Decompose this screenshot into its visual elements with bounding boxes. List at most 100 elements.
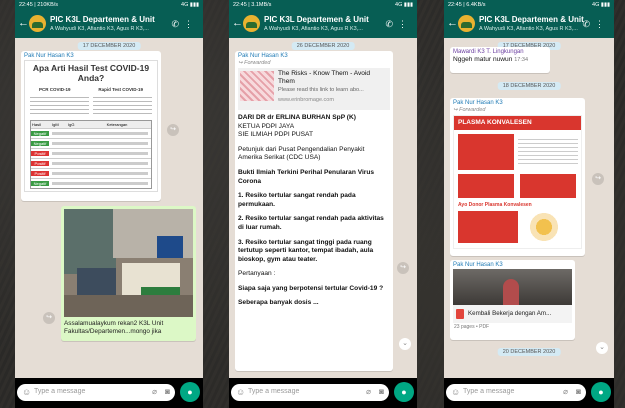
table-row: Negatif (31, 138, 151, 148)
forward-share-icon[interactable]: ↪ (43, 312, 55, 324)
camera-icon[interactable]: ◙ (576, 387, 581, 396)
more-icon[interactable]: ⋮ (398, 19, 412, 29)
message-sender: Pak Nur Hasan K3 (24, 53, 74, 59)
call-icon[interactable]: ✆ (171, 19, 184, 29)
point-2: 2. Resiko tertular sangat rendah pada ak… (238, 215, 384, 231)
nav-bar (444, 404, 614, 408)
back-arrow-icon[interactable]: ← (18, 17, 29, 29)
link-title: The Risks - Know Them - Avoid Them (278, 70, 371, 85)
call-icon[interactable]: ✆ (582, 19, 595, 29)
back-arrow-icon[interactable]: ← (447, 17, 458, 29)
scroll-down-icon[interactable]: ⌄ (399, 338, 411, 350)
document-title: Kembali Bekerja dengan Am... (468, 310, 552, 317)
message-input[interactable]: Type a message (248, 388, 299, 395)
link-preview[interactable]: The Risks - Know Them - Avoid Them Pleas… (238, 68, 390, 110)
status-signal: 4G ▮▮▮ (592, 2, 610, 8)
message-document-bubble[interactable]: Pak Nur Hasan K3 Kembali Bekerja dengan … (450, 260, 575, 340)
forwarded-label: ↪ Forwarded (235, 60, 393, 66)
attach-icon[interactable]: ⌀ (152, 387, 157, 396)
message-body: Nggeh matur nuwun (453, 56, 513, 63)
table-header-cell: Hasil (32, 122, 41, 127)
status-time: 22:45 | 6.4KB/s (448, 2, 486, 8)
photo-caption: Assalamualaykum rekan2 K3L Unit Fakultas… (64, 320, 164, 335)
photo-office-room (64, 209, 193, 317)
question-1: Siapa saja yang berpotensi tertular Covi… (238, 284, 384, 292)
group-members[interactable]: A Wahyudi K3, Afiantio K3, Agus R K3,... (479, 26, 578, 32)
camera-icon[interactable]: ◙ (165, 387, 170, 396)
mic-icon[interactable]: ● (180, 382, 200, 402)
poster-subtitle: Ayo Donor Plasma Konvalesen (458, 202, 532, 208)
message-text-bubble[interactable]: Pak Nur Hasan K3 ↪ Forwarded The Risks -… (235, 51, 393, 371)
message-sender: Pak Nur Hasan K3 (453, 100, 503, 106)
phone-screen-2: 22:45 | 3.1MB/s 4G ▮▮▮ ← PIC K3L Departe… (229, 0, 417, 408)
chat-area[interactable]: 17 DECEMBER 2020 Pak Nur Hasan K3 Apa Ar… (15, 38, 203, 378)
message-input-bar[interactable]: ☺ Type a message ⌀ ◙ (231, 384, 389, 401)
group-avatar[interactable] (458, 15, 475, 32)
chat-area[interactable]: 26 DECEMBER 2020 Pak Nur Hasan K3 ↪ Forw… (229, 38, 417, 378)
phone-screen-1: 22:45 | 210KB/s 4G ▮▮▮ ← PIC K3L Departe… (15, 0, 203, 408)
date-chip: 17 DECEMBER 2020 (77, 42, 141, 50)
author-line: DARI DR dr ERLINA BURHAN SpP (K) (238, 114, 356, 121)
message-input-bar[interactable]: ☺ Type a message ⌀ ◙ (446, 384, 586, 401)
chat-area[interactable]: 17 DECEMBER 2020 Mawardi K3 T. Lingkunga… (444, 38, 614, 378)
message-photo-bubble[interactable]: Assalamualaykum rekan2 K3L Unit Fakultas… (61, 206, 196, 341)
message-image-bubble[interactable]: Pak Nur Hasan K3 Apa Arti Hasil Test COV… (21, 51, 161, 201)
group-title[interactable]: PIC K3L Departemen & Unit (264, 15, 369, 24)
more-icon[interactable]: ⋮ (595, 19, 609, 29)
group-avatar[interactable] (29, 15, 46, 32)
emoji-icon[interactable]: ☺ (22, 387, 31, 398)
status-time: 22:45 | 210KB/s (19, 2, 59, 8)
scroll-down-icon[interactable]: ⌄ (596, 342, 608, 354)
table-header-cell: IgM (52, 122, 59, 127)
header-actions: ✆⋮ (171, 19, 198, 30)
pdf-icon (456, 309, 464, 319)
phone-screen-3: 22:45 | 6.4KB/s 4G ▮▮▮ ← PIC K3L Departe… (444, 0, 614, 408)
document-row[interactable]: Kembali Bekerja dengan Am... (453, 305, 572, 323)
message-text: Nggeh matur nuwun 17:34 (450, 56, 550, 65)
message-text-bubble[interactable]: Mawardi K3 T. Lingkungan Nggeh matur nuw… (450, 47, 550, 73)
emoji-icon[interactable]: ☺ (451, 387, 460, 398)
intro-text: Petunjuk dari Pusat Pengendalian Penyaki… (238, 145, 365, 162)
date-chip: 20 DECEMBER 2020 (497, 348, 561, 356)
test-result-table: Hasil IgM IgG Keterangan Negatif Negatif… (30, 120, 152, 189)
message-input[interactable]: Type a message (34, 388, 85, 395)
status-time: 22:45 | 3.1MB/s (233, 2, 272, 8)
emoji-icon[interactable]: ☺ (236, 387, 245, 398)
forward-share-icon[interactable]: ↪ (592, 173, 604, 185)
document-thumbnail (453, 269, 572, 305)
poster-illustration (524, 212, 574, 242)
attach-icon[interactable]: ⌀ (563, 387, 568, 396)
link-description: Please read this link to learn abo... (278, 87, 364, 93)
group-title[interactable]: PIC K3L Departemen & Unit (479, 15, 584, 24)
call-icon[interactable]: ✆ (385, 19, 398, 29)
group-title[interactable]: PIC K3L Departemen & Unit (50, 15, 155, 24)
mic-icon[interactable]: ● (394, 382, 414, 402)
table-header-cell: IgG (68, 122, 75, 127)
status-signal: 4G ▮▮▮ (395, 2, 413, 8)
forward-share-icon[interactable]: ↪ (167, 124, 179, 136)
message-input-bar[interactable]: ☺ Type a message ⌀ ◙ (17, 384, 175, 401)
back-arrow-icon[interactable]: ← (232, 17, 243, 29)
point-3: 3. Resiko tertular sangat tinggi pada ru… (238, 238, 374, 263)
poster-title: PLASMA KONVALESEN (458, 119, 532, 126)
attach-icon[interactable]: ⌀ (366, 387, 371, 396)
table-header-cell: Keterangan (106, 122, 128, 127)
plasma-poster: PLASMA KONVALESEN Ayo Donor Plasma Konva… (453, 115, 582, 249)
table-row: Positif (31, 168, 151, 178)
table-cell: Negatif (31, 181, 49, 186)
covid-test-poster: Apa Arti Hasil Test COVID-19 Anda? PCR C… (24, 60, 158, 192)
nav-bar (229, 404, 417, 408)
forward-share-icon[interactable]: ↪ (397, 262, 409, 274)
mic-icon[interactable]: ● (591, 382, 611, 402)
message-input[interactable]: Type a message (463, 388, 514, 395)
poster-text-block (458, 134, 514, 170)
table-cell: Positif (31, 151, 49, 156)
group-members[interactable]: A Wahyudi K3, Afiantio K3, Agus R K3,... (264, 26, 363, 32)
group-members[interactable]: A Wahyudi K3, Afiantio K3, Agus R K3,... (50, 26, 149, 32)
question-label: Pertanyaan : (238, 270, 276, 278)
more-icon[interactable]: ⋮ (184, 19, 198, 29)
status-signal: 4G ▮▮▮ (181, 2, 199, 8)
group-avatar[interactable] (243, 15, 260, 32)
camera-icon[interactable]: ◙ (379, 387, 384, 396)
message-image-bubble[interactable]: Pak Nur Hasan K3 ↪ Forwarded PLASMA KONV… (450, 98, 585, 256)
